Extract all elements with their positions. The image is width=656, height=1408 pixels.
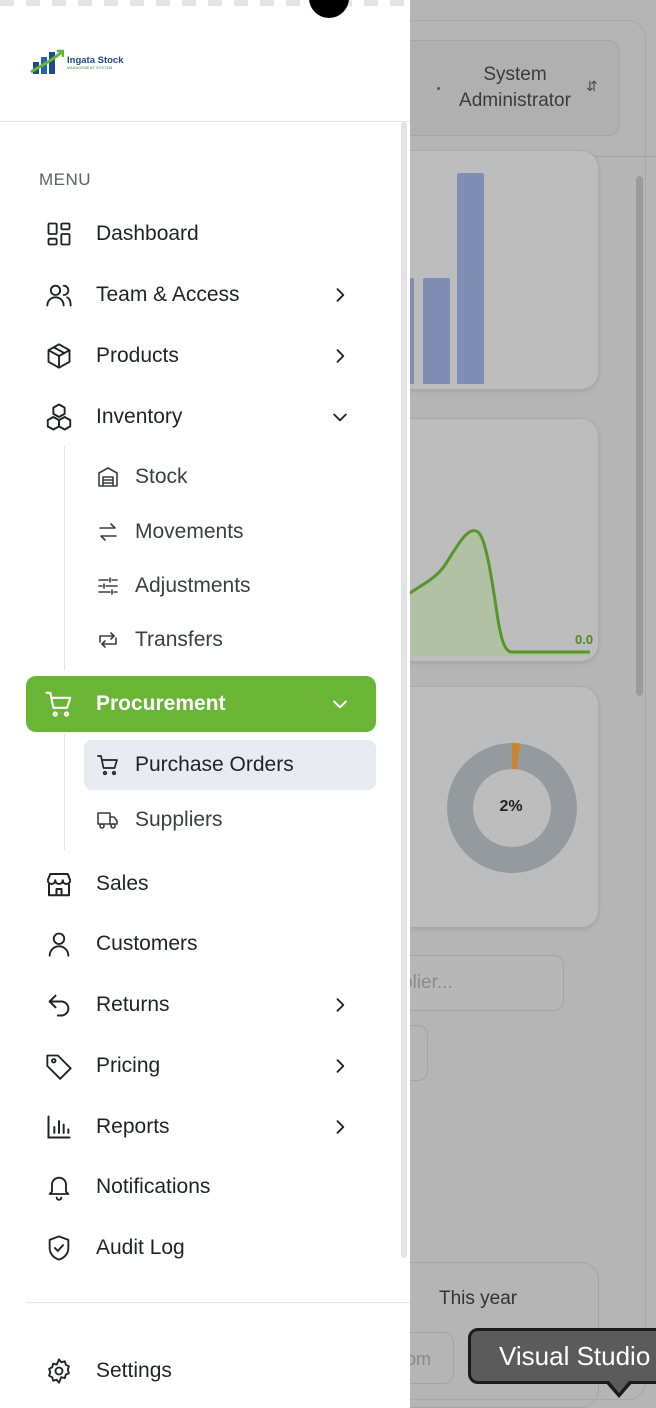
- sidebar-item-products[interactable]: Products: [26, 328, 376, 384]
- chevron-right-icon: [329, 1116, 351, 1138]
- sidebar-item-label: Reports: [96, 1115, 170, 1138]
- sidebar: Ingata Stock MANAGEMENT SYSTEM MENU Dash…: [0, 0, 410, 1408]
- boxes-icon: [44, 402, 74, 432]
- line-chart: [400, 529, 590, 656]
- main-scrollbar[interactable]: [636, 176, 643, 696]
- inventory-tree-line: [64, 446, 65, 670]
- bell-icon: [44, 1172, 74, 1202]
- sidebar-subitem-label: Suppliers: [135, 808, 223, 831]
- logo-name: Ingata Stock: [67, 55, 124, 66]
- menu-section-label: MENU: [39, 170, 92, 189]
- chart-bar: [423, 278, 450, 384]
- cart-icon: [96, 753, 120, 777]
- bar-chart-icon: [44, 1112, 74, 1142]
- user-icon: [44, 929, 74, 959]
- undo-icon: [44, 990, 74, 1020]
- chevron-right-icon: [329, 284, 351, 306]
- sidebar-item-pricing[interactable]: Pricing: [26, 1038, 376, 1094]
- sidebar-subitem-purchase-orders[interactable]: Purchase Orders: [84, 740, 376, 790]
- store-icon: [44, 869, 74, 899]
- sidebar-item-label: Pricing: [96, 1054, 161, 1077]
- sidebar-subitem-movements[interactable]: Movements: [84, 507, 376, 557]
- logo-tagline: MANAGEMENT SYSTEM: [67, 66, 113, 70]
- app-logo[interactable]: Ingata Stock MANAGEMENT SYSTEM: [30, 48, 124, 78]
- chevron-right-icon: [329, 1055, 351, 1077]
- sidebar-subitem-label: Purchase Orders: [135, 753, 294, 776]
- sidebar-subitem-suppliers[interactable]: Suppliers: [84, 795, 376, 845]
- truck-icon: [96, 808, 120, 832]
- sidebar-item-label: Settings: [96, 1359, 172, 1382]
- camera-notch: [309, 0, 349, 18]
- sidebar-item-label: Notifications: [96, 1175, 211, 1198]
- dashboard-icon: [44, 219, 74, 249]
- sidebar-item-audit-log[interactable]: Audit Log: [26, 1220, 376, 1276]
- sidebar-header-divider: [0, 121, 410, 122]
- shield-check-icon: [44, 1233, 74, 1263]
- sidebar-item-label: Procurement: [96, 692, 226, 715]
- chevron-updown-icon: ⇵: [586, 78, 598, 94]
- line-chart-value: 0.0: [575, 632, 594, 647]
- chevron-right-icon: [329, 345, 351, 367]
- sidebar-item-label: Returns: [96, 993, 170, 1016]
- sidebar-item-dashboard[interactable]: Dashboard: [26, 206, 376, 262]
- sliders-icon: [96, 574, 120, 598]
- dock-tooltip: Visual Studio: [468, 1328, 656, 1384]
- sidebar-item-label: Customers: [96, 932, 198, 955]
- sidebar-subitem-transfers[interactable]: Transfers: [84, 615, 376, 665]
- sidebar-subitem-label: Transfers: [135, 628, 223, 651]
- tag-icon: [44, 1051, 74, 1081]
- sidebar-item-label: Products: [96, 344, 179, 367]
- donut-percent-label: 2%: [499, 798, 523, 815]
- sidebar-item-returns[interactable]: Returns: [26, 977, 376, 1033]
- tooltip-arrow-inner: [609, 1381, 629, 1393]
- procurement-tree-line: [64, 734, 65, 850]
- sidebar-item-customers[interactable]: Customers: [26, 916, 376, 972]
- cart-icon: [44, 689, 74, 719]
- arrows-swap-icon: [96, 520, 120, 544]
- sidebar-item-reports[interactable]: Reports: [26, 1099, 376, 1155]
- gear-icon: [44, 1356, 74, 1386]
- repeat-icon: [96, 628, 120, 652]
- period-label: This year: [439, 1288, 518, 1309]
- box-icon: [44, 341, 74, 371]
- chevron-down-icon: [329, 693, 351, 715]
- chevron-right-icon: [329, 994, 351, 1016]
- sidebar-item-label: Inventory: [96, 405, 183, 428]
- sidebar-item-sales[interactable]: Sales: [26, 856, 376, 912]
- sidebar-item-label: Sales: [96, 872, 149, 895]
- sidebar-item-label: Dashboard: [96, 222, 199, 245]
- sidebar-subitem-adjustments[interactable]: Adjustments: [84, 561, 376, 611]
- sidebar-item-notifications[interactable]: Notifications: [26, 1159, 376, 1215]
- sidebar-item-label: Team & Access: [96, 283, 240, 306]
- sidebar-subitem-stock[interactable]: Stock: [84, 452, 376, 502]
- sidebar-item-inventory[interactable]: Inventory: [26, 389, 376, 445]
- chart-bar: [457, 173, 484, 384]
- sidebar-subitem-label: Stock: [135, 465, 188, 488]
- logo-icon: [30, 49, 64, 74]
- sidebar-item-procurement[interactable]: Procurement: [26, 676, 376, 732]
- sidebar-item-label: Audit Log: [96, 1236, 185, 1259]
- sidebar-footer-divider: [26, 1302, 410, 1303]
- users-icon: [44, 280, 74, 310]
- warehouse-icon: [96, 465, 120, 489]
- sidebar-subitem-label: Adjustments: [135, 574, 251, 597]
- sidebar-item-team-access[interactable]: Team & Access: [26, 267, 376, 323]
- sidebar-item-settings[interactable]: Settings: [26, 1343, 376, 1399]
- chevron-down-icon: [329, 406, 351, 428]
- sidebar-scrollbar[interactable]: [401, 122, 407, 1258]
- sidebar-subitem-label: Movements: [135, 520, 244, 543]
- user-name: System Administrator: [459, 64, 571, 111]
